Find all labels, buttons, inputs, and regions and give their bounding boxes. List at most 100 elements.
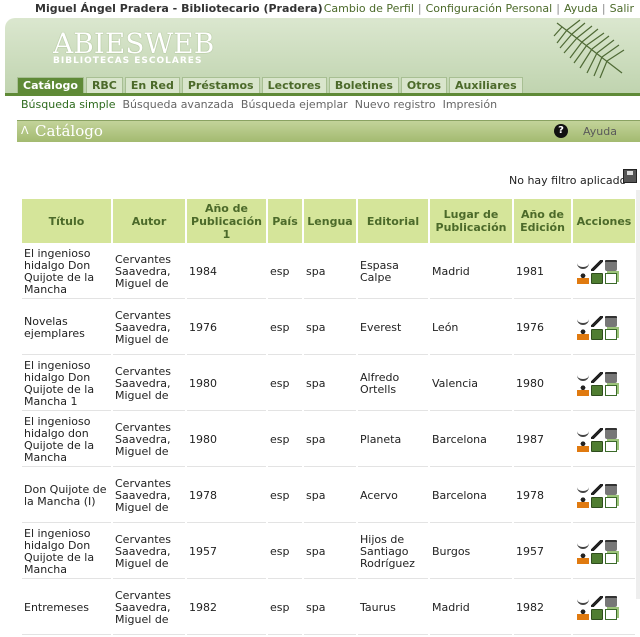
subnav-advanced-search[interactable]: Búsqueda avanzada xyxy=(123,98,234,111)
cell-anio-edicion: 1981 xyxy=(514,245,571,299)
pen-icon[interactable] xyxy=(591,315,603,327)
help-icon[interactable]: ? xyxy=(554,124,568,138)
person-icon[interactable] xyxy=(577,272,589,284)
subnav-copy-search[interactable]: Búsqueda ejemplar xyxy=(241,98,348,111)
save-icon[interactable] xyxy=(623,169,637,183)
tab-en-red[interactable]: En Red xyxy=(124,77,180,93)
subnav-print[interactable]: Impresión xyxy=(443,98,497,111)
pen-icon[interactable] xyxy=(591,371,603,383)
pen-icon[interactable] xyxy=(591,539,603,551)
col-autor[interactable]: Autor xyxy=(113,199,185,243)
cell-lengua: spa xyxy=(304,357,356,411)
fir-branch-icon xyxy=(553,19,625,79)
copy-icon[interactable] xyxy=(605,608,617,620)
book-icon[interactable] xyxy=(591,552,603,564)
col-anio-edicion[interactable]: Año de Edición xyxy=(514,199,571,243)
person-icon[interactable] xyxy=(577,440,589,452)
cell-acciones xyxy=(573,301,635,355)
cell-lugar: Burgos xyxy=(430,525,512,579)
tab-rbc[interactable]: RBC xyxy=(85,77,123,93)
book-icon[interactable] xyxy=(591,608,603,620)
person-icon[interactable] xyxy=(577,608,589,620)
cell-editorial: Hijos de Santiago Rodríguez xyxy=(358,525,428,579)
glasses-icon[interactable] xyxy=(577,319,589,325)
cell-acciones xyxy=(573,413,635,467)
link-change-profile[interactable]: Cambio de Perfil xyxy=(324,2,414,15)
person-icon[interactable] xyxy=(577,496,589,508)
tab-underline xyxy=(5,93,640,96)
col-pais[interactable]: País xyxy=(268,199,302,243)
col-anio-publicacion[interactable]: Año de Publicación 1 xyxy=(187,199,266,243)
glasses-icon[interactable] xyxy=(577,431,589,437)
subnav-new-record[interactable]: Nuevo registro xyxy=(355,98,436,111)
tab-auxiliares[interactable]: Auxiliares xyxy=(449,77,523,93)
glasses-icon[interactable] xyxy=(577,543,589,549)
tab-lectores[interactable]: Lectores xyxy=(261,77,327,93)
table-row: El ingenioso hidalgo Don Quijote de la M… xyxy=(22,245,635,299)
glasses-icon[interactable] xyxy=(577,375,589,381)
person-icon[interactable] xyxy=(577,552,589,564)
table-row: El ingenioso hidalgo don Quijote de la M… xyxy=(22,413,635,467)
cell-anio-edicion: 1980 xyxy=(514,357,571,411)
tab-otros[interactable]: Otros xyxy=(400,77,448,93)
glasses-icon[interactable] xyxy=(577,599,589,605)
scrollbar[interactable] xyxy=(636,190,640,599)
trash-icon[interactable] xyxy=(605,371,617,383)
cell-pais: esp xyxy=(268,245,302,299)
section-title: Catálogo xyxy=(35,122,103,140)
col-lengua[interactable]: Lengua xyxy=(304,199,356,243)
cell-pais: esp xyxy=(268,581,302,635)
link-help[interactable]: Ayuda xyxy=(564,2,598,15)
pen-icon[interactable] xyxy=(591,483,603,495)
tab-boletines[interactable]: Boletines xyxy=(328,77,399,93)
section-help-link[interactable]: Ayuda xyxy=(583,125,617,138)
trash-icon[interactable] xyxy=(605,539,617,551)
link-personal-config[interactable]: Configuración Personal xyxy=(426,2,553,15)
cell-acciones xyxy=(573,245,635,299)
book-icon[interactable] xyxy=(591,328,603,340)
person-icon[interactable] xyxy=(577,384,589,396)
pen-icon[interactable] xyxy=(591,259,603,271)
book-icon[interactable] xyxy=(591,272,603,284)
cell-lugar: Madrid xyxy=(430,245,512,299)
trash-icon[interactable] xyxy=(605,483,617,495)
col-lugar-publicacion[interactable]: Lugar de Publicación xyxy=(430,199,512,243)
book-icon[interactable] xyxy=(591,440,603,452)
cell-editorial: Alfredo Ortells xyxy=(358,357,428,411)
col-titulo[interactable]: Título xyxy=(22,199,111,243)
glasses-icon[interactable] xyxy=(577,263,589,269)
link-logout[interactable]: Salir xyxy=(610,2,634,15)
pen-icon[interactable] xyxy=(591,427,603,439)
copy-icon[interactable] xyxy=(605,440,617,452)
subnav-simple-search[interactable]: Búsqueda simple xyxy=(21,98,116,111)
tab-prestamos[interactable]: Préstamos xyxy=(181,77,260,93)
cell-anio-edicion: 1978 xyxy=(514,469,571,523)
trash-icon[interactable] xyxy=(605,595,617,607)
copy-icon[interactable] xyxy=(605,496,617,508)
cell-pais: esp xyxy=(268,525,302,579)
col-acciones: Acciones xyxy=(573,199,635,243)
cell-lengua: spa xyxy=(304,245,356,299)
trash-icon[interactable] xyxy=(605,427,617,439)
cell-anio-publicacion: 1978 xyxy=(187,469,266,523)
top-bar: Miguel Ángel Pradera - Bibliotecario (Pr… xyxy=(0,0,640,18)
cell-titulo: Don Quijote de la Mancha (I) xyxy=(22,469,111,523)
tab-catalogo[interactable]: Catálogo xyxy=(17,77,84,93)
cell-autor: Cervantes Saavedra, Miguel de xyxy=(113,413,185,467)
book-icon[interactable] xyxy=(591,384,603,396)
trash-icon[interactable] xyxy=(605,259,617,271)
glasses-icon[interactable] xyxy=(577,487,589,493)
cell-titulo: Novelas ejemplares xyxy=(22,301,111,355)
pen-icon[interactable] xyxy=(591,595,603,607)
copy-icon[interactable] xyxy=(605,272,617,284)
copy-icon[interactable] xyxy=(605,552,617,564)
abiesweb-logo: ABIESWEB BIBLIOTECAS ESCOLARES xyxy=(53,27,215,67)
person-icon[interactable] xyxy=(577,328,589,340)
col-editorial[interactable]: Editorial xyxy=(358,199,428,243)
trash-icon[interactable] xyxy=(605,315,617,327)
book-icon[interactable] xyxy=(591,496,603,508)
copy-icon[interactable] xyxy=(605,328,617,340)
copy-icon[interactable] xyxy=(605,384,617,396)
cell-lengua: spa xyxy=(304,301,356,355)
cell-acciones xyxy=(573,581,635,635)
